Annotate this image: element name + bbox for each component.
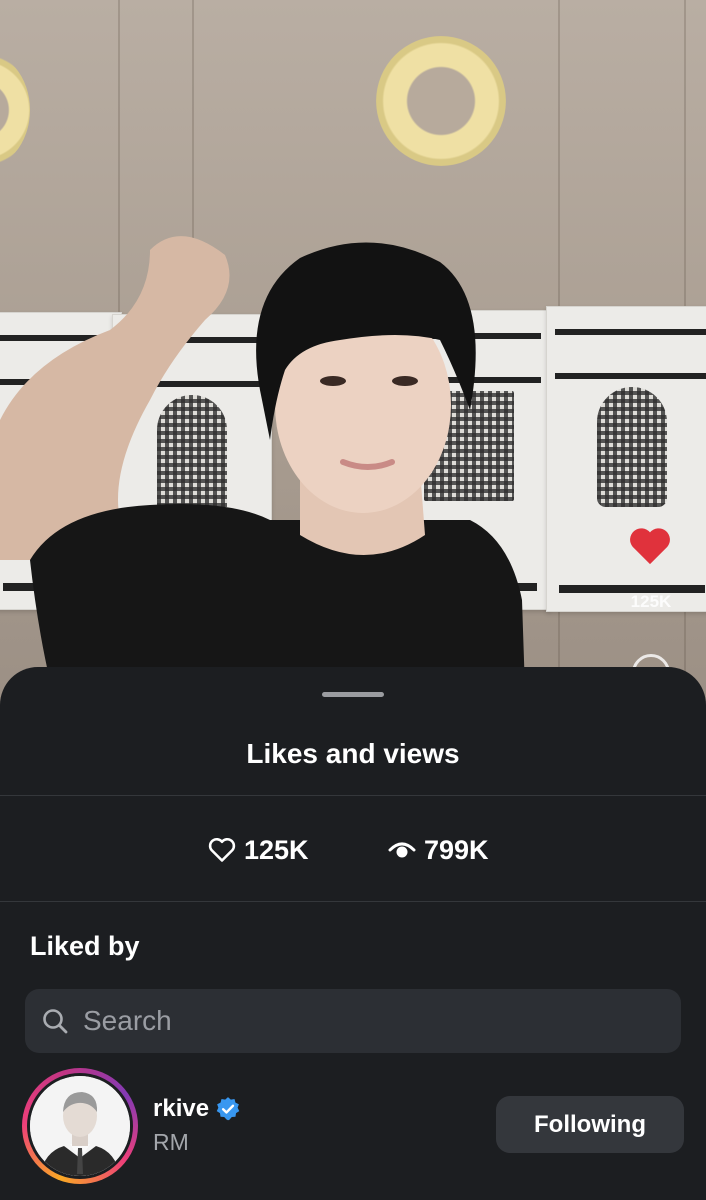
username[interactable]: rkive xyxy=(153,1095,241,1123)
user-list-item[interactable]: rkive RM Following xyxy=(0,1067,706,1200)
liked-by-heading: Liked by xyxy=(30,931,140,961)
search-bar[interactable] xyxy=(25,989,681,1053)
person-eye xyxy=(320,376,346,386)
likes-views-sheet: Likes and views 125K 799K Liked by Searc… xyxy=(0,667,706,1200)
avatar-portrait xyxy=(30,1076,130,1176)
following-button[interactable]: Following xyxy=(496,1096,684,1153)
verified-badge-icon xyxy=(216,1097,240,1121)
user-full-name: RM xyxy=(153,1129,189,1155)
divider xyxy=(0,795,706,796)
eye-icon xyxy=(388,842,416,858)
heart-outline-icon xyxy=(208,837,236,862)
sheet-title: Likes and views xyxy=(246,738,460,769)
search-input[interactable] xyxy=(81,1004,645,1038)
person-eye xyxy=(392,376,418,386)
avatar-image xyxy=(30,1076,130,1176)
divider xyxy=(0,901,706,902)
person-figure xyxy=(0,236,526,720)
avatar-story-ring[interactable] xyxy=(22,1068,138,1184)
floating-like-count: 125K xyxy=(630,592,672,611)
avatar xyxy=(27,1073,133,1179)
username-text[interactable]: rkive xyxy=(153,1095,209,1123)
search-icon xyxy=(43,1009,68,1034)
likes-count: 125K xyxy=(244,834,309,865)
floating-heart-icon xyxy=(630,528,670,565)
video-frame[interactable]: 125K xyxy=(0,0,706,720)
likes-stat: 125K xyxy=(208,833,309,867)
views-count: 799K xyxy=(424,834,489,865)
sheet-grabber-handle[interactable] xyxy=(322,692,384,697)
views-stat: 799K xyxy=(388,833,489,867)
